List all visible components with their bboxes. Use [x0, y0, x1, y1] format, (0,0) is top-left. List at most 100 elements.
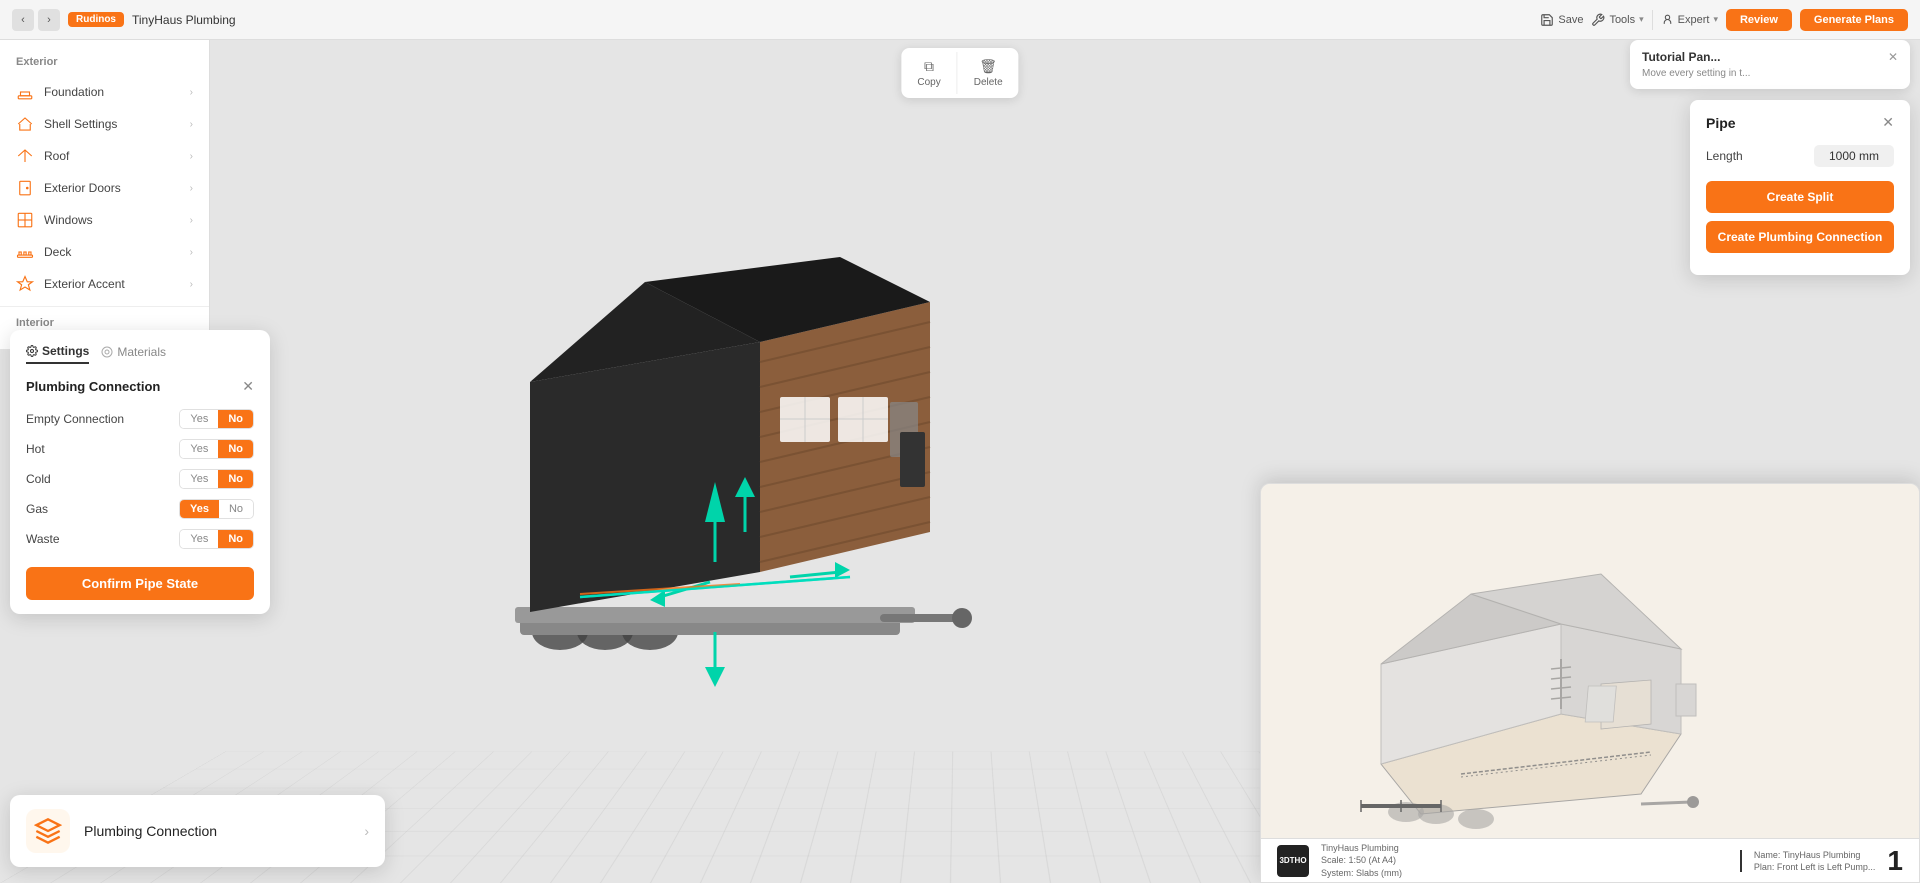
sidebar-item-exterior-accent[interactable]: Exterior Accent › [0, 268, 209, 300]
waste-yes[interactable]: Yes [180, 530, 218, 548]
tab-materials[interactable]: Materials [101, 344, 166, 364]
exterior-doors-label: Exterior Doors [44, 181, 180, 195]
notification-chevron[interactable]: › [364, 823, 369, 839]
confirm-pipe-state-button[interactable]: Confirm Pipe State [26, 567, 254, 600]
hot-label: Hot [26, 442, 45, 456]
blueprint-inner: 3DTHO TinyHaus Plumbing Scale: 1:50 (At … [1261, 484, 1919, 882]
cold-yes[interactable]: Yes [180, 470, 218, 488]
plumbing-notification-icon [34, 817, 62, 845]
plumbing-panel: Settings Materials Plumbing Connection ✕… [10, 330, 270, 614]
empty-connection-no[interactable]: No [218, 410, 253, 428]
tutorial-close-button[interactable]: ✕ [1888, 50, 1898, 64]
pipe-panel-close-button[interactable]: ✕ [1882, 114, 1894, 131]
pipe-panel-title: Pipe [1706, 115, 1736, 131]
deck-icon [16, 243, 34, 261]
tutorial-panel: Tutorial Pan... ✕ Move every setting in … [1630, 40, 1910, 89]
save-button[interactable]: Save [1540, 13, 1583, 27]
tutorial-header: Tutorial Pan... ✕ [1642, 50, 1898, 64]
notification-icon-wrap [26, 809, 70, 853]
cold-toggle: Yes No [179, 469, 254, 489]
plumbing-panel-close[interactable]: ✕ [242, 378, 254, 395]
roof-chevron: › [190, 151, 193, 162]
gas-yes[interactable]: Yes [180, 500, 219, 518]
generate-plans-button[interactable]: Generate Plans [1800, 9, 1908, 31]
materials-icon [101, 346, 113, 358]
copy-icon: ⧉ [924, 58, 934, 75]
sidebar-item-shell[interactable]: Shell Settings › [0, 108, 209, 140]
copy-button[interactable]: ⧉ Copy [901, 52, 957, 94]
empty-connection-yes[interactable]: Yes [180, 410, 218, 428]
left-sidebar: Exterior Foundation › Shell Settings › R… [0, 40, 210, 349]
windows-icon [16, 211, 34, 229]
blueprint-name-label: Name: TinyHaus Plumbing [1754, 850, 1876, 860]
sidebar-item-windows[interactable]: Windows › [0, 204, 209, 236]
blueprint-page-number: 1 [1887, 845, 1903, 877]
forward-button[interactable]: › [38, 9, 60, 31]
blueprint-svg [1261, 484, 1920, 839]
blueprint-logo: 3DTHO [1279, 856, 1306, 865]
exterior-accent-chevron: › [190, 279, 193, 290]
empty-connection-label: Empty Connection [26, 412, 124, 426]
empty-connection-row: Empty Connection Yes No [26, 409, 254, 429]
hot-yes[interactable]: Yes [180, 440, 218, 458]
deck-chevron: › [190, 247, 193, 258]
materials-tab-label: Materials [117, 345, 166, 359]
copy-delete-bar: ⧉ Copy 🗑 Delete [901, 48, 1018, 98]
create-split-button[interactable]: Create Split [1706, 181, 1894, 213]
exterior-section-title: Exterior [0, 52, 209, 76]
sidebar-item-deck[interactable]: Deck › [0, 236, 209, 268]
blueprint-scale: Scale: 1:50 (At A4) [1321, 854, 1728, 867]
tools-button[interactable]: Tools ▾ [1591, 13, 1643, 27]
pipe-length-label: Length [1706, 149, 1743, 163]
pipe-panel-header: Pipe ✕ [1706, 114, 1894, 131]
roof-label: Roof [44, 149, 180, 163]
sidebar-item-foundation[interactable]: Foundation › [0, 76, 209, 108]
delete-icon: 🗑 [979, 58, 997, 75]
waste-toggle: Yes No [179, 529, 254, 549]
notification-text: Plumbing Connection [84, 823, 350, 839]
gas-label: Gas [26, 502, 48, 516]
nav-buttons: ‹ › [12, 9, 60, 31]
foundation-chevron: › [190, 87, 193, 98]
sidebar-item-exterior-doors[interactable]: Exterior Doors › [0, 172, 209, 204]
bottom-notification: Plumbing Connection › [10, 795, 385, 867]
back-button[interactable]: ‹ [12, 9, 34, 31]
hot-no[interactable]: No [218, 440, 253, 458]
delete-button[interactable]: 🗑 Delete [958, 52, 1019, 94]
blueprint-title: TinyHaus Plumbing [1321, 842, 1728, 855]
hot-row: Hot Yes No [26, 439, 254, 459]
review-button[interactable]: Review [1726, 9, 1792, 31]
gas-row: Gas Yes No [26, 499, 254, 519]
settings-icon [26, 345, 38, 357]
header-right: Save Tools ▾ Expert ▾ Review Generate Pl… [1540, 9, 1908, 31]
waste-label: Waste [26, 532, 60, 546]
house-svg [450, 202, 1050, 722]
tutorial-subtitle: Move every setting in t... [1642, 68, 1898, 79]
pipe-panel: Pipe ✕ Length 1000 mm Create Split Creat… [1690, 100, 1910, 275]
waste-row: Waste Yes No [26, 529, 254, 549]
project-title: TinyHaus Plumbing [132, 13, 236, 27]
panel-tabs: Settings Materials [26, 344, 254, 364]
cold-no[interactable]: No [218, 470, 253, 488]
empty-connection-toggle: Yes No [179, 409, 254, 429]
gas-no[interactable]: No [219, 500, 253, 518]
house-3d-view [260, 100, 1240, 823]
windows-chevron: › [190, 215, 193, 226]
hot-toggle: Yes No [179, 439, 254, 459]
pipe-length-value: 1000 mm [1814, 145, 1894, 167]
tab-settings[interactable]: Settings [26, 344, 89, 364]
sidebar-item-roof[interactable]: Roof › [0, 140, 209, 172]
breadcrumb-badge[interactable]: Rudinos [68, 12, 124, 27]
roof-icon [16, 147, 34, 165]
create-plumbing-connection-button[interactable]: Create Plumbing Connection [1706, 221, 1894, 253]
blueprint-meta: TinyHaus Plumbing Scale: 1:50 (At A4) Sy… [1321, 842, 1728, 880]
foundation-icon [16, 83, 34, 101]
cold-label: Cold [26, 472, 51, 486]
cold-row: Cold Yes No [26, 469, 254, 489]
expert-label: Expert [1678, 14, 1710, 26]
waste-no[interactable]: No [218, 530, 253, 548]
expert-button[interactable]: Expert ▾ [1661, 13, 1718, 26]
exterior-doors-icon [16, 179, 34, 197]
tools-label: Tools [1609, 14, 1635, 26]
delete-label: Delete [974, 77, 1003, 88]
